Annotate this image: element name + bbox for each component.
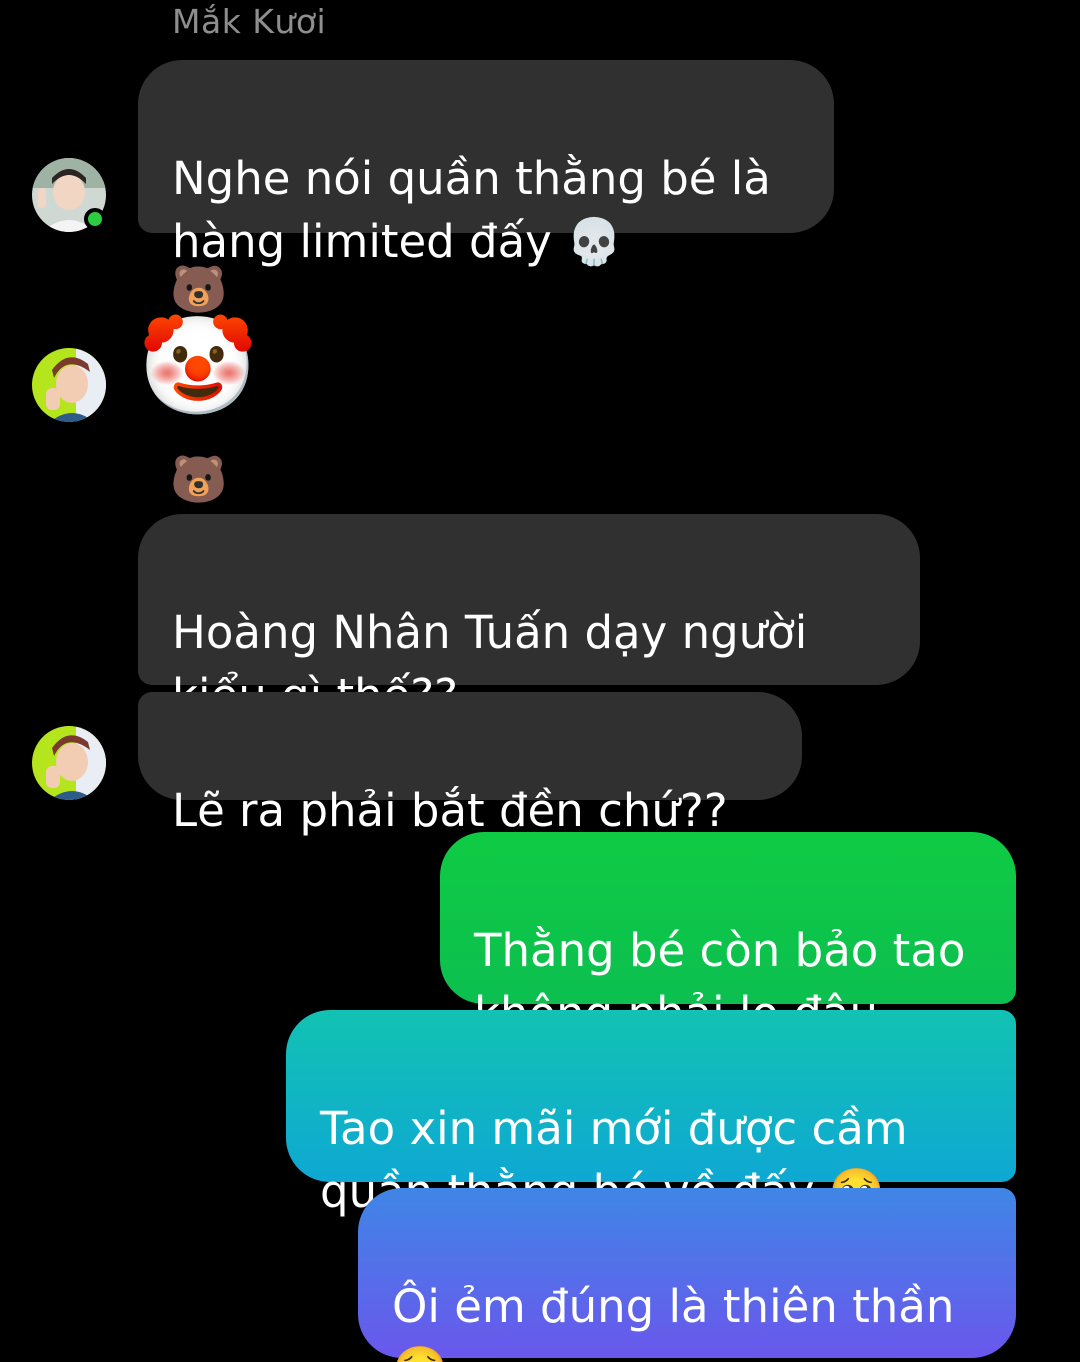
message-text: Nghe nói quần thằng bé là hàng limited đ… — [172, 152, 771, 268]
avatar[interactable] — [32, 348, 106, 422]
outgoing-message[interactable]: Ôi ẻm đúng là thiên thần 🥺 — [358, 1188, 1016, 1362]
chat-thread[interactable]: Mắk Kươi Nghe nói quần thằng bé là hàng … — [0, 0, 1080, 1362]
outgoing-message[interactable]: Tao xin mãi mới được cầm quần thằng bé v… — [286, 1010, 1016, 1218]
emoji-message[interactable]: 🤡 — [138, 318, 258, 414]
online-status-indicator — [84, 208, 106, 230]
avatar[interactable] — [32, 726, 106, 800]
reaction-badge[interactable]: 🐻 — [170, 456, 227, 502]
message-text: Lẽ ra phải bắt đền chứ?? — [172, 784, 728, 837]
message-text: Ôi ẻm đúng là thiên thần 🥺 — [392, 1280, 955, 1362]
incoming-message[interactable]: Lẽ ra phải bắt đền chứ?? — [138, 692, 802, 837]
sender-name: Mắk Kươi — [172, 2, 327, 41]
incoming-message[interactable]: Hoàng Nhân Tuấn dạy người kiểu gì thế?? — [138, 514, 920, 722]
outgoing-message[interactable]: Thằng bé còn bảo tao không phải lo đâu — [440, 832, 1016, 1040]
incoming-message[interactable]: Nghe nói quần thằng bé là hàng limited đ… — [138, 60, 834, 268]
reaction-badge[interactable]: 🐻 — [170, 266, 227, 312]
